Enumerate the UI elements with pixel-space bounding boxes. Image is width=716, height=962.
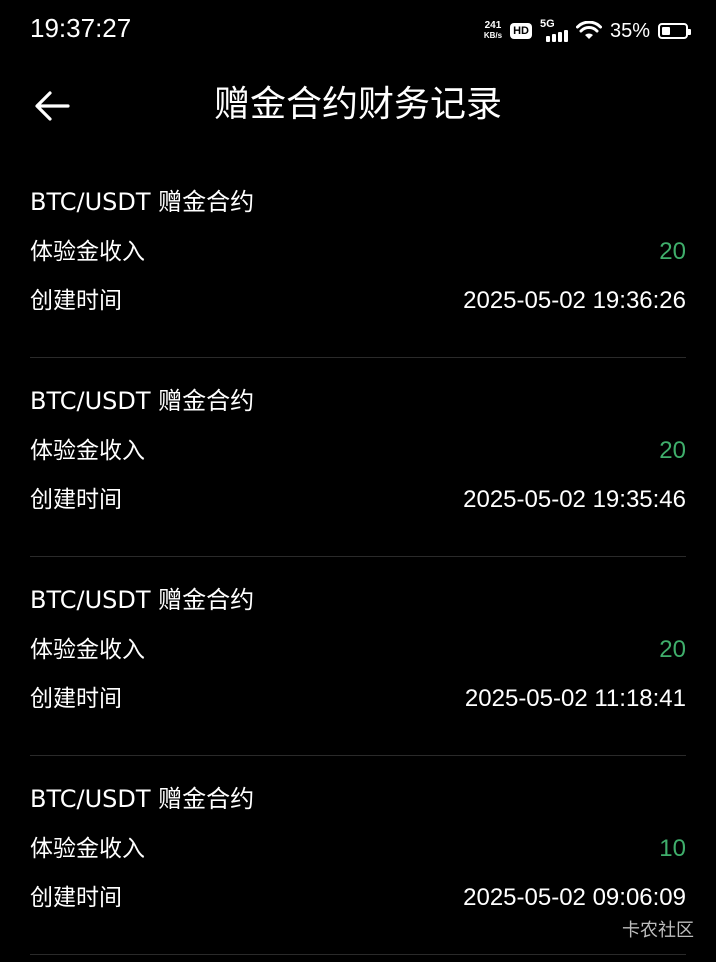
income-value: 20: [659, 238, 686, 265]
income-row: 体验金收入 20: [30, 435, 686, 467]
record-title: BTC/USDT 赠金合约: [30, 188, 255, 216]
income-row: 体验金收入 10: [30, 833, 686, 865]
record-list: BTC/USDT 赠金合约 体验金收入 20 创建时间 2025-05-02 1…: [30, 160, 686, 955]
income-label: 体验金收入: [30, 438, 145, 464]
record-title: BTC/USDT 赠金合约: [30, 586, 255, 614]
created-time-value: 2025-05-02 11:18:41: [464, 685, 686, 712]
record-title: BTC/USDT 赠金合约: [30, 387, 255, 415]
battery-icon: [658, 23, 691, 39]
created-time-label: 创建时间: [30, 487, 122, 513]
battery-fill: [662, 27, 670, 35]
status-time: 19:37:27: [30, 13, 132, 43]
network-type-label: 5G: [539, 18, 555, 30]
status-icons: 241 KB/s HD 5G 35%: [484, 16, 691, 46]
created-time-row: 创建时间 2025-05-02 11:18:41: [30, 683, 686, 715]
signal-bar: [557, 32, 562, 42]
income-label: 体验金收入: [30, 637, 145, 663]
created-time-row: 创建时间 2025-05-02 19:35:46: [30, 484, 686, 516]
income-value: 20: [659, 636, 686, 663]
income-row: 体验金收入 20: [30, 634, 686, 666]
record-item[interactable]: BTC/USDT 赠金合约 体验金收入 20 创建时间 2025-05-02 1…: [30, 359, 686, 557]
created-time-value: 2025-05-02 09:06:09: [463, 884, 686, 911]
page-title: 赠金合约财务记录: [213, 84, 502, 125]
record-item[interactable]: BTC/USDT 赠金合约 体验金收入 20 创建时间 2025-05-02 1…: [30, 160, 686, 358]
created-time-row: 创建时间 2025-05-02 19:36:26: [30, 285, 686, 317]
income-row: 体验金收入 20: [30, 236, 686, 268]
income-label: 体验金收入: [30, 239, 145, 265]
wifi-icon: [575, 21, 602, 39]
created-time-label: 创建时间: [30, 288, 122, 314]
signal-bar: [563, 30, 568, 42]
cellular-signal-icon: 5G: [539, 18, 568, 42]
created-time-value: 2025-05-02 19:35:46: [463, 486, 686, 513]
hd-icon: HD: [510, 23, 532, 39]
created-time-value: 2025-05-02 19:36:26: [463, 287, 686, 314]
record-item[interactable]: BTC/USDT 赠金合约 体验金收入 10 创建时间 2025-05-02 0…: [30, 757, 686, 955]
network-speed-unit: KB/s: [483, 31, 503, 40]
signal-bar: [545, 36, 550, 42]
income-label: 体验金收入: [30, 836, 145, 862]
income-value: 10: [659, 835, 686, 862]
network-speed-value: 241: [484, 20, 502, 31]
record-title: BTC/USDT 赠金合约: [30, 785, 255, 813]
income-value: 20: [659, 437, 686, 464]
status-bar: 19:37:27 241 KB/s HD 5G 35%: [0, 0, 716, 60]
created-time-label: 创建时间: [30, 885, 122, 911]
battery-percent: 35%: [609, 19, 650, 42]
record-item[interactable]: BTC/USDT 赠金合约 体验金收入 20 创建时间 2025-05-02 1…: [30, 558, 686, 756]
network-speed: 241 KB/s: [484, 21, 502, 41]
created-time-label: 创建时间: [30, 686, 122, 712]
created-time-row: 创建时间 2025-05-02 09:06:09: [30, 882, 686, 914]
watermark: 卡农社区: [622, 920, 694, 941]
signal-bar: [551, 34, 556, 42]
app-header: 赠金合约财务记录: [0, 70, 716, 140]
